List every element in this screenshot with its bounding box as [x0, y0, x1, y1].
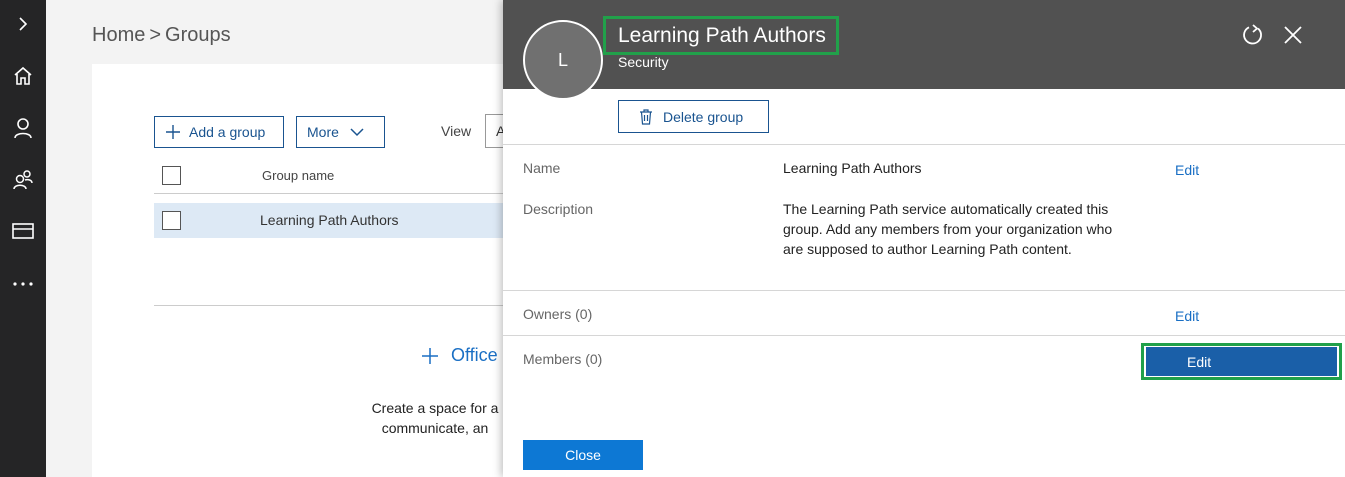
name-value: Learning Path Authors [783, 160, 922, 176]
divider [503, 335, 1345, 336]
nav-home[interactable] [0, 60, 46, 92]
nav-users[interactable] [0, 112, 46, 144]
chevron-down-icon [350, 128, 364, 137]
plus-icon [422, 347, 438, 364]
add-group-button[interactable]: Add a group [154, 116, 284, 148]
delete-group-button[interactable]: Delete group [618, 100, 769, 133]
divider [503, 144, 1345, 145]
edit-members-button[interactable]: Edit [1146, 347, 1337, 376]
home-icon [14, 66, 32, 85]
office-link-text: Office [451, 345, 498, 365]
trash-icon [640, 108, 652, 125]
group-details-panel: L Learning Path Authors Security Delete … [503, 0, 1345, 477]
card-icon [12, 223, 34, 239]
avatar: L [523, 20, 603, 100]
description-value: The Learning Path service automatically … [783, 201, 1113, 257]
breadcrumb-home[interactable]: Home [92, 24, 145, 46]
description-label: Description [523, 201, 594, 217]
description-line: Create a space for a [371, 400, 499, 416]
edit-owners-link[interactable]: Edit [1175, 308, 1199, 324]
people-icon [13, 170, 33, 190]
header-divider [154, 193, 504, 194]
add-office-group-link[interactable]: Office [421, 345, 498, 366]
section-divider [154, 305, 504, 306]
close-button[interactable]: Close [523, 440, 643, 470]
nav-billing[interactable] [0, 215, 46, 247]
description-line: communicate, an [381, 420, 489, 436]
person-icon [14, 118, 32, 139]
nav-groups[interactable] [0, 164, 46, 196]
breadcrumb-current: Groups [165, 24, 231, 46]
more-button[interactable]: More [296, 116, 385, 148]
breadcrumb-separator: > [149, 24, 162, 46]
row-group-name[interactable]: Learning Path Authors [260, 212, 399, 228]
name-label: Name [523, 160, 561, 176]
refresh-icon [1243, 24, 1262, 45]
view-label: View [441, 123, 472, 139]
select-all-checkbox[interactable] [162, 166, 181, 185]
row-checkbox[interactable] [162, 211, 181, 230]
panel-subtitle: Security [618, 54, 669, 70]
more-label: More [307, 124, 339, 140]
edit-name-link[interactable]: Edit [1175, 162, 1199, 178]
owners-label: Owners (0) [523, 306, 593, 322]
close-panel-button[interactable] [1280, 22, 1306, 48]
plus-icon [166, 125, 180, 139]
members-label: Members (0) [523, 351, 603, 367]
chevron-right-icon [19, 17, 28, 31]
column-header-group-name[interactable]: Group name [262, 168, 334, 183]
empty-state-description: Create a space for a communicate, an [360, 398, 510, 438]
add-group-label: Add a group [189, 124, 266, 140]
panel-title: Learning Path Authors [618, 24, 826, 47]
breadcrumb: Home > Groups [92, 24, 231, 47]
expand-nav-button[interactable] [0, 8, 46, 40]
nav-more[interactable] [0, 268, 46, 300]
nav-rail [0, 0, 46, 477]
refresh-button[interactable] [1240, 22, 1266, 48]
delete-group-label: Delete group [663, 108, 744, 125]
more-icon [13, 282, 33, 286]
close-icon [1284, 26, 1302, 44]
divider [503, 290, 1345, 291]
